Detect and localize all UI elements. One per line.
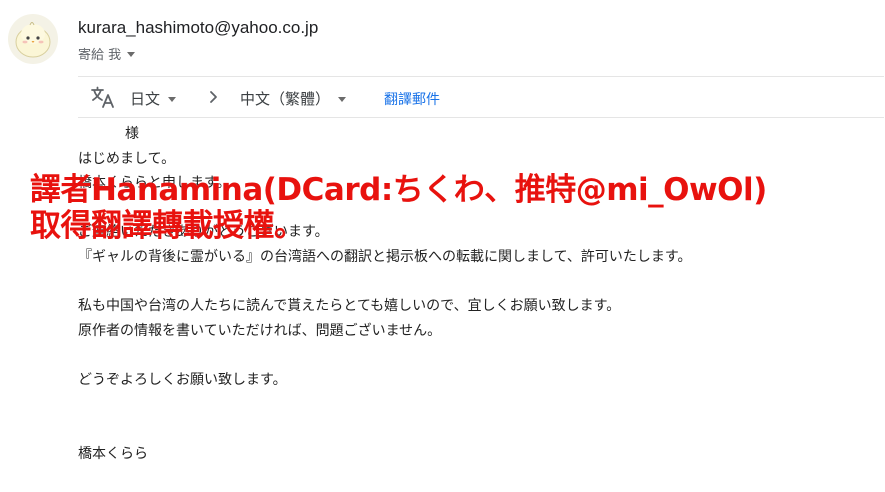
email-header: kurara_hashimoto@yahoo.co.jp 寄給 我	[0, 0, 885, 76]
body-line	[78, 343, 878, 368]
sender-email: kurara_hashimoto@yahoo.co.jp	[78, 18, 319, 37]
avatar-chick-illustration	[15, 22, 51, 58]
caption-line-1: 譯者Hanamina(DCard:ちくわ、推特@mi_OwOl)	[30, 172, 767, 208]
body-line: どうぞよろしくお願い致します。	[78, 371, 287, 388]
body-line: はじめまして。	[78, 150, 176, 167]
body-line	[78, 417, 878, 442]
translate-icon	[91, 86, 114, 108]
sender-avatar[interactable]	[8, 14, 58, 64]
body-line: 原作者の情報を書いていただければ、問題ございません。	[78, 322, 442, 339]
divider	[78, 117, 884, 118]
salutation: 様	[125, 126, 139, 142]
chevron-right-icon[interactable]	[205, 87, 223, 107]
recipient-dropdown[interactable]: 寄給 我	[78, 44, 136, 63]
translate-message-link[interactable]: 翻譯郵件	[384, 89, 440, 109]
target-language-label: 中文（繁體）	[240, 90, 331, 108]
signature: 橋本くらら	[78, 445, 148, 462]
caption-line-2: 取得翻譯轉載授權。	[30, 208, 305, 244]
source-language-label: 日文	[130, 90, 161, 108]
translator-permission-caption: 譯者Hanamina(DCard:ちくわ、推特@mi_OwOl) 取得翻譯轉載授…	[30, 172, 870, 244]
body-line: 『ギャルの背後に霊がいる』の台湾語への翻訳と掲示板への転載に関しまして、許可いた…	[78, 248, 692, 265]
body-line: 私も中国や台湾の人たちに読んで貰えたらとても嬉しいので、宜しくお願い致します。	[78, 298, 621, 315]
caret-down-icon	[168, 97, 177, 102]
translate-bar: 日文 中文（繁體） 翻譯郵件	[78, 77, 884, 117]
recipient-label: 寄給 我	[78, 48, 122, 63]
caret-down-icon	[338, 97, 347, 102]
caret-down-icon	[127, 52, 136, 57]
body-line	[78, 270, 878, 295]
source-language-select[interactable]: 日文	[130, 88, 177, 109]
target-language-select[interactable]: 中文（繁體）	[240, 88, 347, 109]
body-line	[78, 393, 878, 418]
